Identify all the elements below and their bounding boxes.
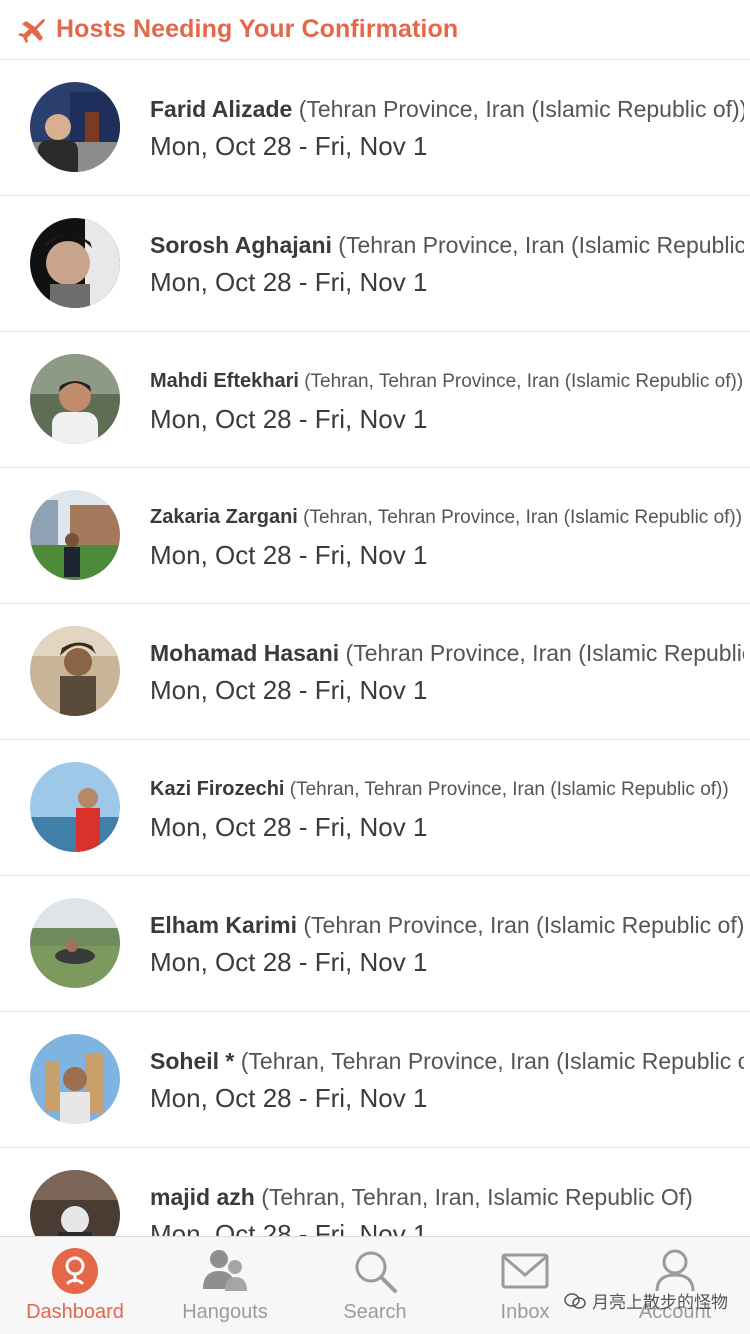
host-row[interactable]: majid azh (Tehran, Tehran, Iran, Islamic… [0, 1148, 750, 1236]
watermark: 月亮上散步的怪物 [564, 1288, 728, 1313]
host-row[interactable]: Sorosh Aghajani (Tehran Province, Iran (… [0, 196, 750, 332]
airplane-icon [18, 18, 45, 43]
avatar[interactable] [30, 218, 120, 308]
host-dates: Mon, Oct 28 - Fri, Nov 1 [150, 1083, 428, 1113]
avatar[interactable] [30, 1170, 120, 1236]
page-title: Hosts Needing Your Confirmation [56, 15, 459, 43]
host-location: (Tehran, Tehran Province, Iran (Islamic … [240, 1048, 744, 1074]
host-dates: Mon, Oct 28 - Fri, Nov 1 [150, 675, 428, 705]
tab-inbox[interactable]: Inbox [450, 1237, 600, 1334]
avatar[interactable] [30, 82, 120, 172]
host-dates: Mon, Oct 28 - Fri, Nov 1 [150, 404, 428, 434]
host-row[interactable]: Farid Alizade (Tehran Province, Iran (Is… [0, 60, 750, 196]
host-row[interactable]: Zakaria Zargani (Tehran, Tehran Province… [0, 468, 750, 604]
host-name: Elham Karimi [150, 912, 297, 938]
tab-account[interactable]: Account [600, 1237, 750, 1334]
envelope-icon [501, 1253, 549, 1289]
watermark-text: 月亮上散步的怪物 [592, 1293, 728, 1313]
tab-dashboard[interactable]: Dashboard [0, 1237, 150, 1334]
host-location: (Tehran Province, Iran (Islamic Republic… [338, 232, 744, 258]
host-list[interactable]: Farid Alizade (Tehran Province, Iran (Is… [0, 60, 750, 1236]
host-location: (Tehran Province, Iran (Islamic Republic… [303, 912, 744, 938]
avatar[interactable] [30, 354, 120, 444]
people-icon [203, 1250, 247, 1291]
avatar[interactable] [30, 762, 120, 852]
dashboard-icon [52, 1248, 98, 1294]
avatar[interactable] [30, 1034, 120, 1124]
host-location: (Tehran Province, Iran (Islamic Republic… [345, 640, 744, 666]
chat-bubble-icon [564, 1292, 586, 1309]
host-name: Farid Alizade [150, 96, 293, 122]
host-name: majid azh [150, 1184, 255, 1210]
host-location: (Tehran Province, Iran (Islamic Republic… [298, 96, 744, 122]
host-row[interactable]: Kazi Firozechi (Tehran, Tehran Province,… [0, 740, 750, 876]
host-location: (Tehran, Tehran Province, Iran (Islamic … [289, 779, 729, 800]
host-row[interactable]: Mahdi Eftekhari (Tehran, Tehran Province… [0, 332, 750, 468]
host-name: Mohamad Hasani [150, 640, 340, 666]
host-location: (Tehran, Tehran Province, Iran (Islamic … [303, 507, 743, 528]
host-row[interactable]: Mohamad Hasani (Tehran Province, Iran (I… [0, 604, 750, 740]
tab-label: Hangouts [182, 1301, 268, 1323]
host-location: (Tehran, Tehran Province, Iran (Islamic … [304, 371, 744, 392]
host-dates: Mon, Oct 28 - Fri, Nov 1 [150, 1219, 428, 1236]
tab-label: Search [343, 1301, 407, 1323]
tab-bar: Dashboard Hangouts Search Inbox Account [0, 1236, 750, 1334]
host-name: Zakaria Zargani [150, 506, 298, 528]
tab-search[interactable]: Search [300, 1237, 450, 1334]
tab-hangouts[interactable]: Hangouts [150, 1237, 300, 1334]
host-row[interactable]: Soheil * (Tehran, Tehran Province, Iran … [0, 1012, 750, 1148]
avatar[interactable] [30, 490, 120, 580]
host-dates: Mon, Oct 28 - Fri, Nov 1 [150, 540, 428, 570]
host-dates: Mon, Oct 28 - Fri, Nov 1 [150, 947, 428, 977]
avatar[interactable] [30, 898, 120, 988]
host-dates: Mon, Oct 28 - Fri, Nov 1 [150, 267, 428, 297]
search-icon [355, 1251, 397, 1293]
avatar[interactable] [30, 626, 120, 716]
host-row[interactable]: Elham Karimi (Tehran Province, Iran (Isl… [0, 876, 750, 1012]
host-location: (Tehran, Tehran, Iran, Islamic Republic … [261, 1184, 693, 1210]
host-name: Kazi Firozechi [150, 778, 285, 800]
page-header: Hosts Needing Your Confirmation [0, 0, 750, 60]
host-name: Soheil * [150, 1048, 235, 1074]
host-name: Sorosh Aghajani [150, 232, 332, 258]
host-dates: Mon, Oct 28 - Fri, Nov 1 [150, 812, 428, 842]
host-name: Mahdi Eftekhari [150, 370, 299, 392]
tab-label: Dashboard [26, 1301, 124, 1323]
host-dates: Mon, Oct 28 - Fri, Nov 1 [150, 131, 428, 161]
